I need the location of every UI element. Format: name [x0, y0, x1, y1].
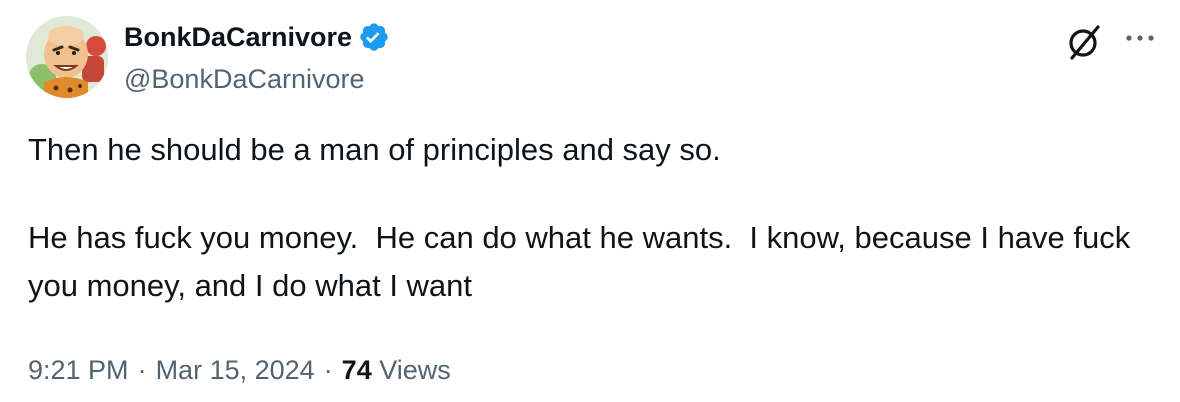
handle[interactable]: @BonkDaCarnivore	[124, 60, 390, 98]
tweet-paragraph: Then he should be a man of principles an…	[28, 132, 721, 167]
timestamp-time[interactable]: 9:21 PM	[28, 355, 129, 385]
display-name[interactable]: BonkDaCarnivore	[124, 18, 352, 56]
timestamp-date[interactable]: Mar 15, 2024	[156, 355, 315, 385]
tweet-text: Then he should be a man of principles an…	[28, 126, 1148, 310]
separator: ·	[323, 355, 333, 385]
views-label: Views	[379, 355, 451, 385]
name-row: BonkDaCarnivore	[124, 18, 390, 56]
avatar-image	[26, 16, 108, 98]
separator: ·	[137, 355, 147, 385]
author-block: BonkDaCarnivore @BonkDaCarnivore	[124, 18, 390, 98]
verified-badge-icon[interactable]	[358, 21, 390, 53]
tweet-meta: 9:21 PM · Mar 15, 2024 · 74 Views	[28, 350, 451, 390]
grok-icon[interactable]	[1064, 22, 1104, 62]
more-horizontal-icon[interactable]	[1122, 28, 1158, 48]
tweet-card: BonkDaCarnivore @BonkDaCarnivore Then he…	[0, 0, 1180, 402]
avatar[interactable]	[26, 16, 108, 98]
views-count: 74	[341, 355, 372, 385]
tweet-paragraph: He has fuck you money. He can do what he…	[28, 220, 1139, 303]
